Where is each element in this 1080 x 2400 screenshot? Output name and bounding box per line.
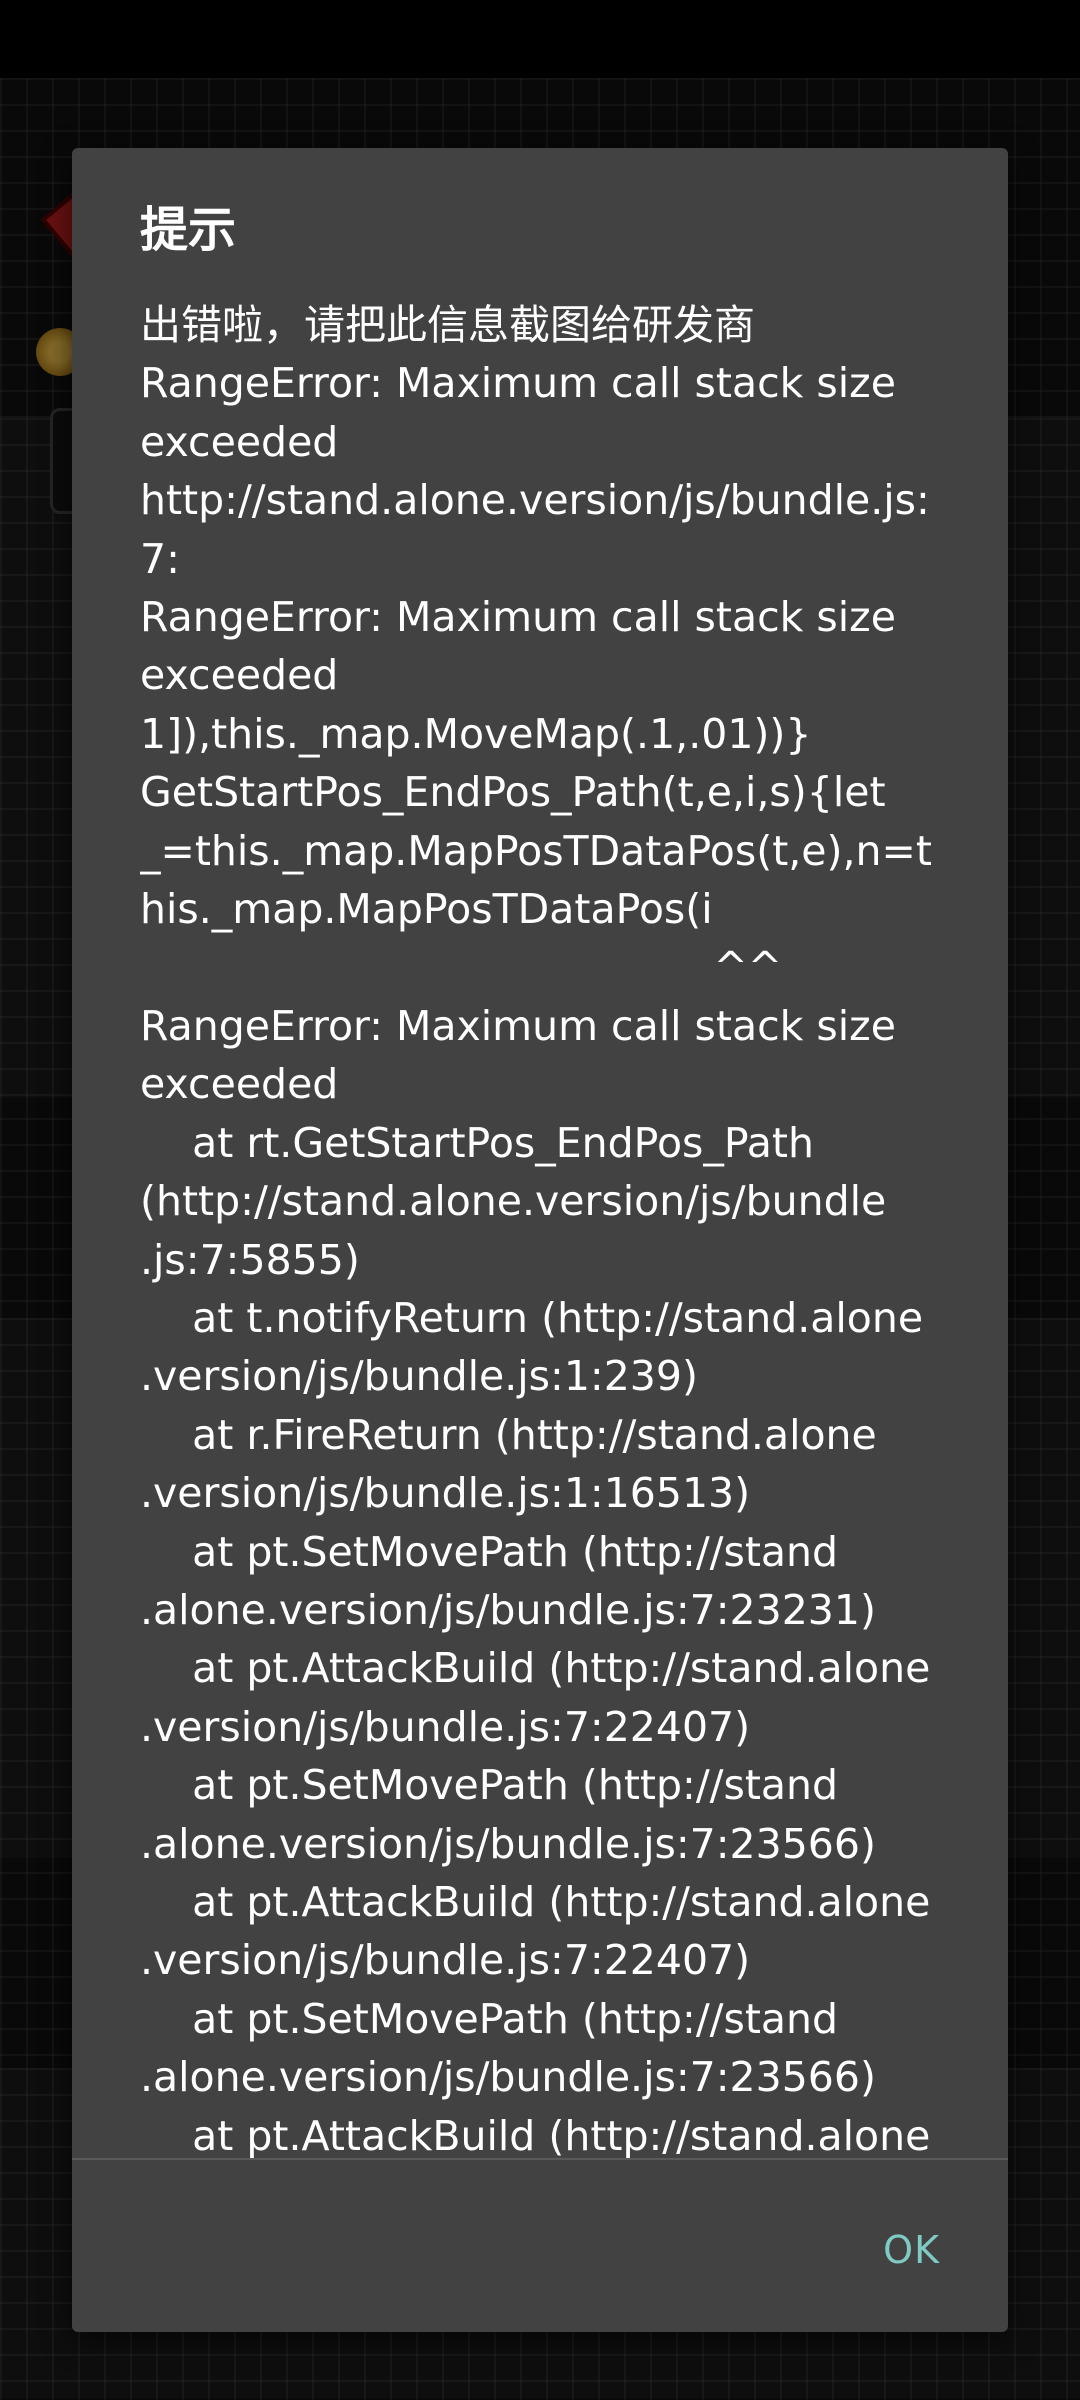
dialog-title: 提示 bbox=[140, 202, 237, 258]
error-dialog: 提示 出错啦，请把此信息截图给研发商 RangeError: Maximum c… bbox=[72, 148, 1008, 2332]
dialog-divider bbox=[72, 2158, 1008, 2160]
error-message: 出错啦，请把此信息截图给研发商 RangeError: Maximum call… bbox=[140, 301, 932, 2160]
dialog-message-scroll[interactable]: 出错啦，请把此信息截图给研发商 RangeError: Maximum call… bbox=[140, 296, 1008, 2294]
ok-button[interactable]: OK bbox=[873, 2220, 950, 2280]
status-bar bbox=[0, 0, 1080, 78]
